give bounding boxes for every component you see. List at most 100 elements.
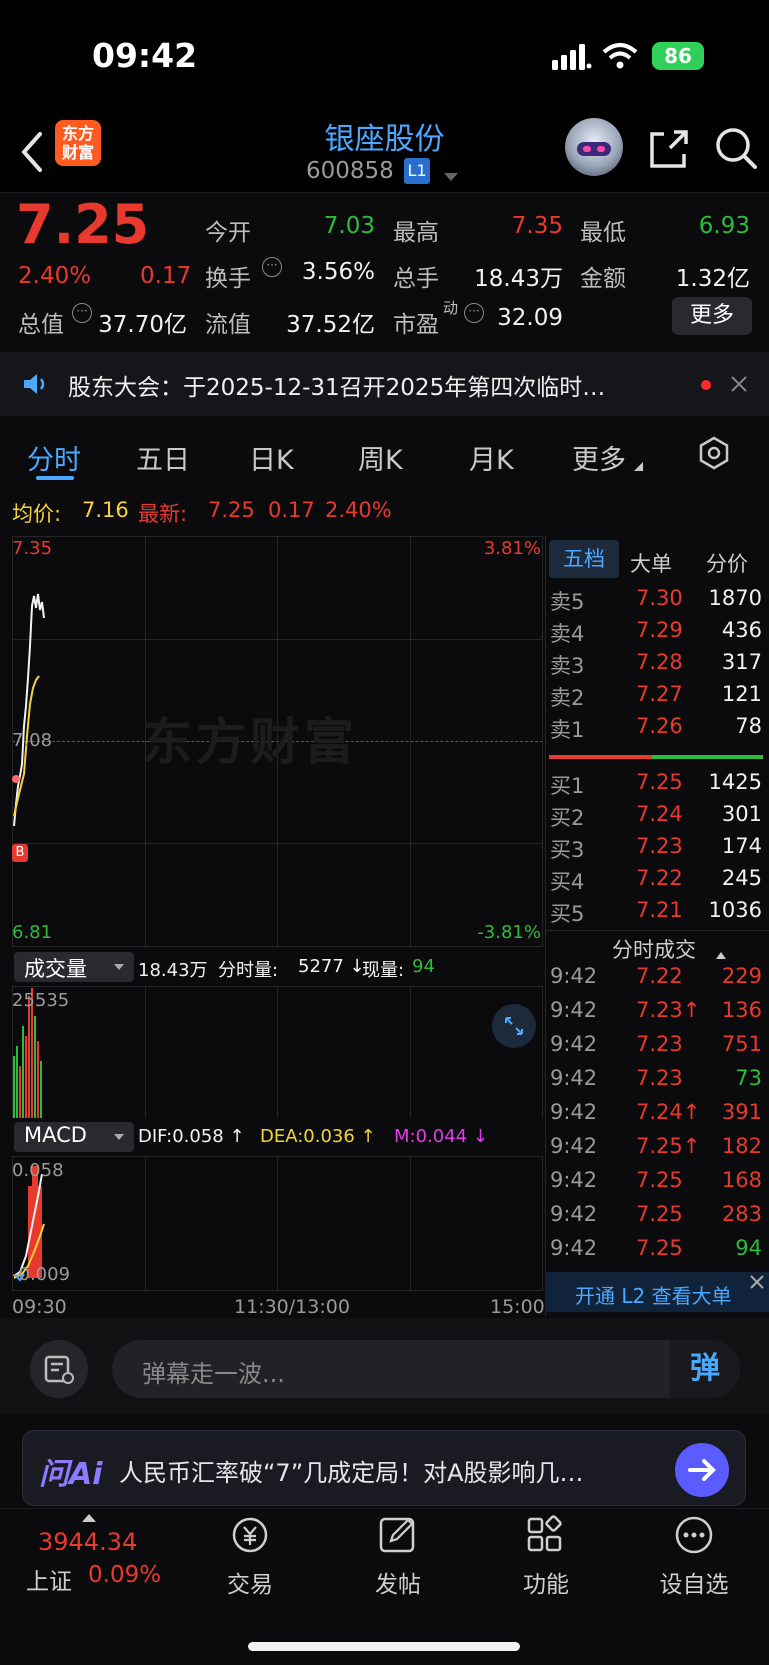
ask-row: 卖2 7.27 121 [550,682,762,710]
nav-functions[interactable]: 功能 [486,1515,606,1599]
settings-icon[interactable] [697,436,731,470]
volume-chart[interactable]: 25535 [12,986,543,1118]
expand-icon[interactable] [492,1004,536,1048]
stock-code: 600858 [306,158,394,184]
volume-total: 18.43万 [138,960,208,981]
latest-change: 0.17 [268,498,315,522]
y-top-pct: 3.81% [483,538,541,559]
stock-header: 东方 财富 银座股份 600858 L1 [0,110,769,192]
period-volume: 5277 ↓ [298,956,365,977]
nav-post-label: 发帖 [375,1572,421,1598]
speaker-icon [22,372,48,396]
trade-row: 9:42 7.23 73 [550,1066,762,1090]
pe-value: 32.09 [497,305,563,331]
l2-upgrade-banner[interactable]: 开通 L2 查看大单 [545,1272,769,1312]
intraday-info: 均价: 7.16 最新: 7.25 0.17 2.40% [0,490,769,532]
tab-five-day[interactable]: 五日 [136,438,190,477]
bid-ask-ratio-bar [549,755,763,759]
latest-value: 7.25 [208,498,255,522]
nav-add-watchlist[interactable]: 设自选 [634,1515,754,1599]
macd-m: M:0.044 ↓ [394,1126,488,1147]
comment-bar: 弹幕走一波... 弹 [0,1318,769,1414]
level-badge[interactable]: L1 [404,158,430,184]
tab-monthly-k[interactable]: 月K [469,438,514,477]
ai-banner[interactable]: 问Ai 人民币汇率破“7”几成定局！对A股影响几… [22,1430,746,1506]
comment-input[interactable]: 弹幕走一波... 弹 [112,1340,740,1398]
tab-weekly-k[interactable]: 周K [358,438,403,477]
float-value: 37.52亿 [286,312,375,338]
info-icon[interactable]: ··· [262,257,282,277]
current-volume: 94 [412,956,435,977]
macd-dif: DIF:0.058 ↑ [138,1126,245,1147]
tab-price-dist[interactable]: 分价 [706,548,748,578]
chevron-down-icon [114,964,124,970]
trade-row: 9:42 7.25 94 [550,1236,762,1260]
index-widget[interactable]: 3944.34 上证 0.09% [20,1510,180,1600]
robot-avatar[interactable] [565,118,623,176]
price-chart[interactable]: 东方财富 7.35 3.81% 7.08 6.81 -3.81% B [12,536,543,947]
tab-big-orders[interactable]: 大单 [630,548,672,578]
more-button[interactable]: 更多 [672,297,752,335]
y-top-price: 7.35 [12,538,53,559]
y-bottom-pct: -3.81% [477,922,541,943]
nav-post[interactable]: 发帖 [338,1515,458,1599]
trade-row: 9:42 7.24↑ 391 [550,1100,762,1124]
tab-more[interactable]: 更多 [572,438,626,477]
l2-upgrade-text: 开通 L2 查看大单 [575,1284,732,1308]
index-change: 0.09% [88,1562,162,1588]
change-percent: 2.40% [18,263,92,289]
info-icon[interactable]: ··· [72,303,92,323]
index-name: 上证 [26,1569,72,1595]
ai-logo: 问Ai [39,1457,103,1492]
last-price: 7.25 [16,193,150,256]
macd-top: 0.058 [12,1160,64,1181]
x-axis-start: 09:30 [12,1296,67,1318]
share-icon[interactable] [648,128,690,170]
trade-row: 9:42 7.25↑ 182 [550,1134,762,1158]
chevron-down-icon [114,1134,124,1140]
notice-bar[interactable]: 股东大会：于2025-12-31召开2025年第四次临时… [0,352,769,416]
chevron-down-icon[interactable] [444,168,458,181]
y-bottom-price: 6.81 [12,922,53,943]
avg-value: 7.16 [82,498,129,522]
pe-sup: 动 [443,299,459,317]
volume-label: 总手 [393,266,439,292]
bid-row: 买2 7.24 301 [550,802,762,830]
close-icon[interactable] [749,1274,765,1290]
volume-selector[interactable]: 成交量 [14,952,134,982]
close-icon[interactable] [731,376,747,392]
latest-label: 最新: [138,502,188,526]
pe-label: 市盈 [393,312,439,338]
macd-selector[interactable]: MACD [14,1122,134,1152]
search-icon[interactable] [714,126,758,170]
arrow-right-icon[interactable] [675,1443,729,1497]
send-danmaku-button[interactable]: 弹 [670,1340,740,1398]
nav-trade[interactable]: 交易 [190,1515,310,1599]
yuan-exchange-icon [232,1517,268,1553]
home-indicator [248,1642,520,1651]
period-volume-label: 分时量: [218,960,279,981]
ask-row: 卖1 7.26 78 [550,714,762,742]
active-tab-indicator [36,476,74,480]
grid-icon [527,1515,562,1552]
trades-title[interactable]: 分时成交 [612,934,696,964]
turnover-label: 换手 [205,266,251,292]
comment-placeholder: 弹幕走一波... [142,1360,285,1388]
macd-chart[interactable]: 0.058 -0.009 [12,1156,543,1291]
tab-five-levels[interactable]: 五档 [549,540,619,578]
high-value: 7.35 [511,213,563,239]
status-time: 09:42 [92,36,198,75]
triangle-up-icon [82,1514,96,1522]
low-value: 6.93 [698,213,750,239]
buy-marker[interactable]: B [12,844,28,862]
danmaku-settings-icon[interactable] [30,1340,88,1398]
battery-level: 86 [664,44,692,68]
nav-trade-label: 交易 [227,1572,273,1598]
tab-daily-k[interactable]: 日K [249,438,294,477]
float-label: 流值 [205,312,251,338]
notice-text: 股东大会：于2025-12-31召开2025年第四次临时… [68,375,606,401]
signal-icon [552,44,592,70]
unread-dot [701,380,711,390]
tab-intraday[interactable]: 分时 [27,438,81,477]
volume-header: 成交量 18.43万 分时量: 5277 ↓ 现量: 94 [12,950,543,986]
